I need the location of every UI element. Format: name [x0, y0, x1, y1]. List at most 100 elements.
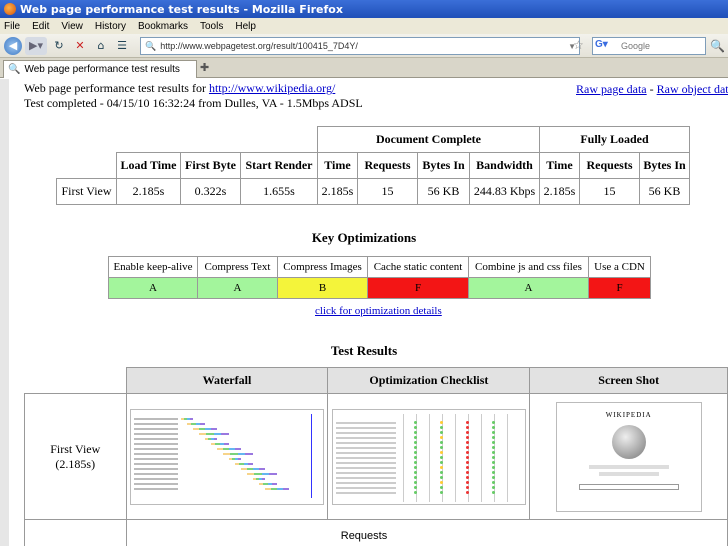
checklist-status-dot: [439, 465, 443, 469]
thumb-text-line: [598, 471, 659, 476]
waterfall-bar: [222, 452, 231, 455]
value-dc-requests: 15: [357, 178, 418, 205]
checklist-status-dot: [439, 440, 443, 444]
value-fl-requests: 15: [579, 178, 640, 205]
raw-data-links: Raw page data - Raw object data: [576, 82, 728, 97]
value-dc-bytes: 56 KB: [417, 178, 470, 205]
menu-file[interactable]: File: [4, 21, 20, 32]
star-icon[interactable]: ☆: [573, 38, 584, 52]
checklist-thumbnail[interactable]: [331, 408, 526, 505]
address-bar[interactable]: 🔍 http://www.webpagetest.org/result/1004…: [140, 37, 580, 55]
waterfall-row-label: [133, 427, 178, 430]
screenshot-thumbnail[interactable]: WIKIPEDIA: [555, 401, 702, 512]
value-fl-bytes: 56 KB: [639, 178, 690, 205]
checklist-status-dot: [439, 475, 443, 479]
waterfall-bar: [189, 417, 193, 420]
menu-edit[interactable]: Edit: [32, 21, 49, 32]
thumb-search-box: [578, 483, 679, 490]
checklist-row-label: [335, 461, 396, 464]
search-icon: 🔍: [145, 40, 157, 51]
checklist-status-dot: [439, 430, 443, 434]
checklist-status-dot: [413, 475, 417, 479]
forward-button[interactable]: ▶▾: [25, 36, 47, 55]
optimization-details-link[interactable]: click for optimization details: [315, 305, 442, 317]
grade-combine-js-css: A: [468, 277, 589, 299]
navigation-toolbar: ◀ ▶▾ ↻ ✕ ⌂ ☰ 🔍 http://www.webpagetest.or…: [0, 34, 728, 58]
window-titlebar: Web page performance test results - Mozi…: [0, 0, 728, 18]
window-title: Web page performance test results - Mozi…: [20, 2, 343, 16]
checklist-status-dot: [439, 485, 443, 489]
waterfall-row-label: [133, 487, 178, 490]
opt-header-cdn: Use a CDN: [588, 256, 651, 278]
value-fl-time: 2.185s: [539, 178, 580, 205]
raw-page-data-link[interactable]: Raw page data: [576, 82, 647, 96]
search-icon: 🔍: [8, 64, 21, 75]
waterfall-row-label: [133, 422, 178, 425]
optimizations-table: Enable keep-alive Compress Text Compress…: [108, 256, 651, 299]
waterfall-thumbnail[interactable]: [129, 408, 324, 505]
waterfall-row-label: [133, 477, 178, 480]
search-box[interactable]: G▾ Google: [592, 37, 706, 55]
checklist-status-dot: [491, 435, 495, 439]
waterfall-row-label: [133, 472, 178, 475]
blank-cell: [241, 127, 318, 153]
checklist-status-dot: [491, 430, 495, 434]
menu-help[interactable]: Help: [235, 21, 256, 32]
value-first-byte: 0.322s: [180, 178, 241, 205]
bookmark-page-icon[interactable]: ☰: [113, 37, 131, 55]
checklist-status-dot: [439, 460, 443, 464]
checklist-row-label: [335, 441, 396, 444]
header-start-render: Start Render: [240, 152, 318, 179]
waterfall-bar: [272, 482, 277, 485]
menu-tools[interactable]: Tools: [200, 21, 223, 32]
reload-button[interactable]: ↻: [50, 37, 68, 55]
value-start-render: 1.655s: [240, 178, 318, 205]
requests-label: Requests: [340, 530, 388, 542]
menu-bookmarks[interactable]: Bookmarks: [138, 21, 188, 32]
checklist-status-dot: [491, 445, 495, 449]
raw-object-data-link[interactable]: Raw object data: [657, 82, 728, 96]
opt-header-combine-js-css: Combine js and css files: [468, 256, 589, 278]
opt-header-compress-text: Compress Text: [197, 256, 278, 278]
home-button[interactable]: ⌂: [92, 37, 110, 55]
waterfall-bar: [234, 447, 241, 450]
checklist-status-dot: [465, 475, 469, 479]
waterfall-bar: [254, 472, 262, 475]
grade-compress-text: A: [197, 277, 278, 299]
grade-cache-static: F: [367, 277, 469, 299]
checklist-row-label: [335, 456, 396, 459]
tab-bar: 🔍 Web page performance test results ✚: [0, 58, 728, 78]
row-label-first-view: First View: [56, 178, 117, 205]
waterfall-bar: [261, 477, 265, 480]
checklist-cell[interactable]: [327, 393, 531, 520]
waterfall-bar: [248, 462, 253, 465]
checklist-status-dot: [413, 485, 417, 489]
checklist-status-dot: [491, 485, 495, 489]
screenshot-cell[interactable]: WIKIPEDIA: [529, 393, 728, 520]
results-first-view-time: (2.185s): [55, 456, 96, 471]
header-load-time: Load Time: [116, 152, 181, 179]
header-dc-time: Time: [317, 152, 358, 179]
search-go-icon[interactable]: 🔍: [710, 39, 725, 53]
stop-button[interactable]: ✕: [71, 37, 89, 55]
waterfall-bar: [210, 427, 217, 430]
new-tab-icon[interactable]: ✚: [200, 61, 209, 74]
checklist-row-label: [335, 426, 396, 429]
menu-history[interactable]: History: [95, 21, 126, 32]
test-results-title: Test Results: [330, 343, 398, 358]
waterfall-row-label: [133, 457, 178, 460]
checklist-row-label: [335, 466, 396, 469]
menu-view[interactable]: View: [61, 21, 83, 32]
waterfall-bar: [237, 452, 246, 455]
google-icon[interactable]: G▾: [595, 39, 617, 53]
back-button[interactable]: ◀: [4, 36, 22, 55]
waterfall-bar: [269, 472, 277, 475]
tested-url-link[interactable]: http://www.wikipedia.org/: [209, 81, 335, 95]
waterfall-cell[interactable]: [125, 393, 329, 520]
test-info: Test completed - 04/15/10 16:32:24 from …: [24, 96, 363, 110]
tab-active[interactable]: 🔍 Web page performance test results: [3, 60, 197, 78]
value-load-time: 2.185s: [116, 178, 181, 205]
waterfall-row-label: [133, 447, 178, 450]
blank-cell: [57, 153, 117, 179]
checklist-status-dot: [413, 460, 417, 464]
